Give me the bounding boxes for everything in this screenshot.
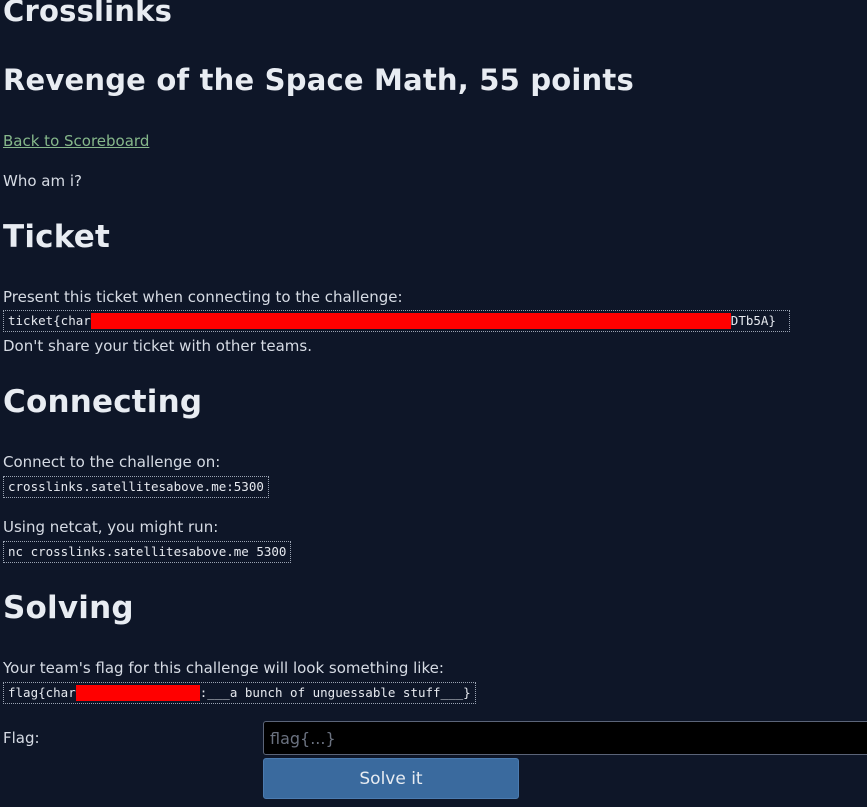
ticket-warning: Don't share your ticket with other teams… bbox=[3, 337, 312, 355]
ticket-suffix: DTb5A} bbox=[730, 313, 776, 328]
flag-label: Flag: bbox=[3, 729, 40, 747]
challenge-description: Who am i? bbox=[3, 172, 82, 190]
flag-input[interactable] bbox=[263, 721, 867, 755]
ticket-intro: Present this ticket when connecting to t… bbox=[3, 288, 403, 306]
solving-intro: Your team's flag for this challenge will… bbox=[3, 659, 444, 677]
challenge-page: Crosslinks Revenge of the Space Math, 55… bbox=[0, 0, 867, 807]
challenge-title: Revenge of the Space Math, 55 points bbox=[3, 63, 634, 97]
connect-address[interactable]: crosslinks.satellitesabove.me:5300 bbox=[3, 476, 269, 498]
solve-button[interactable]: Solve it bbox=[263, 758, 519, 799]
flag-prefix: flag{char bbox=[8, 685, 76, 700]
flag-suffix: :___a bunch of unguessable stuff___} bbox=[199, 685, 471, 700]
ticket-redaction bbox=[90, 313, 731, 329]
back-to-scoreboard-link[interactable]: Back to Scoreboard bbox=[3, 132, 149, 150]
netcat-intro: Using netcat, you might run: bbox=[3, 518, 219, 536]
ticket-heading: Ticket bbox=[3, 219, 110, 255]
connecting-heading: Connecting bbox=[3, 384, 203, 420]
ticket-value[interactable]: ticket{char DTb5A} bbox=[3, 310, 790, 332]
flag-example[interactable]: flag{char :___a bunch of unguessable stuf… bbox=[3, 682, 476, 704]
flag-redaction bbox=[75, 685, 200, 701]
connect-intro: Connect to the challenge on: bbox=[3, 453, 221, 471]
solving-heading: Solving bbox=[3, 590, 134, 626]
site-title: Crosslinks bbox=[3, 0, 173, 28]
netcat-command[interactable]: nc crosslinks.satellitesabove.me 5300 bbox=[3, 541, 292, 563]
ticket-prefix: ticket{char bbox=[8, 313, 91, 328]
